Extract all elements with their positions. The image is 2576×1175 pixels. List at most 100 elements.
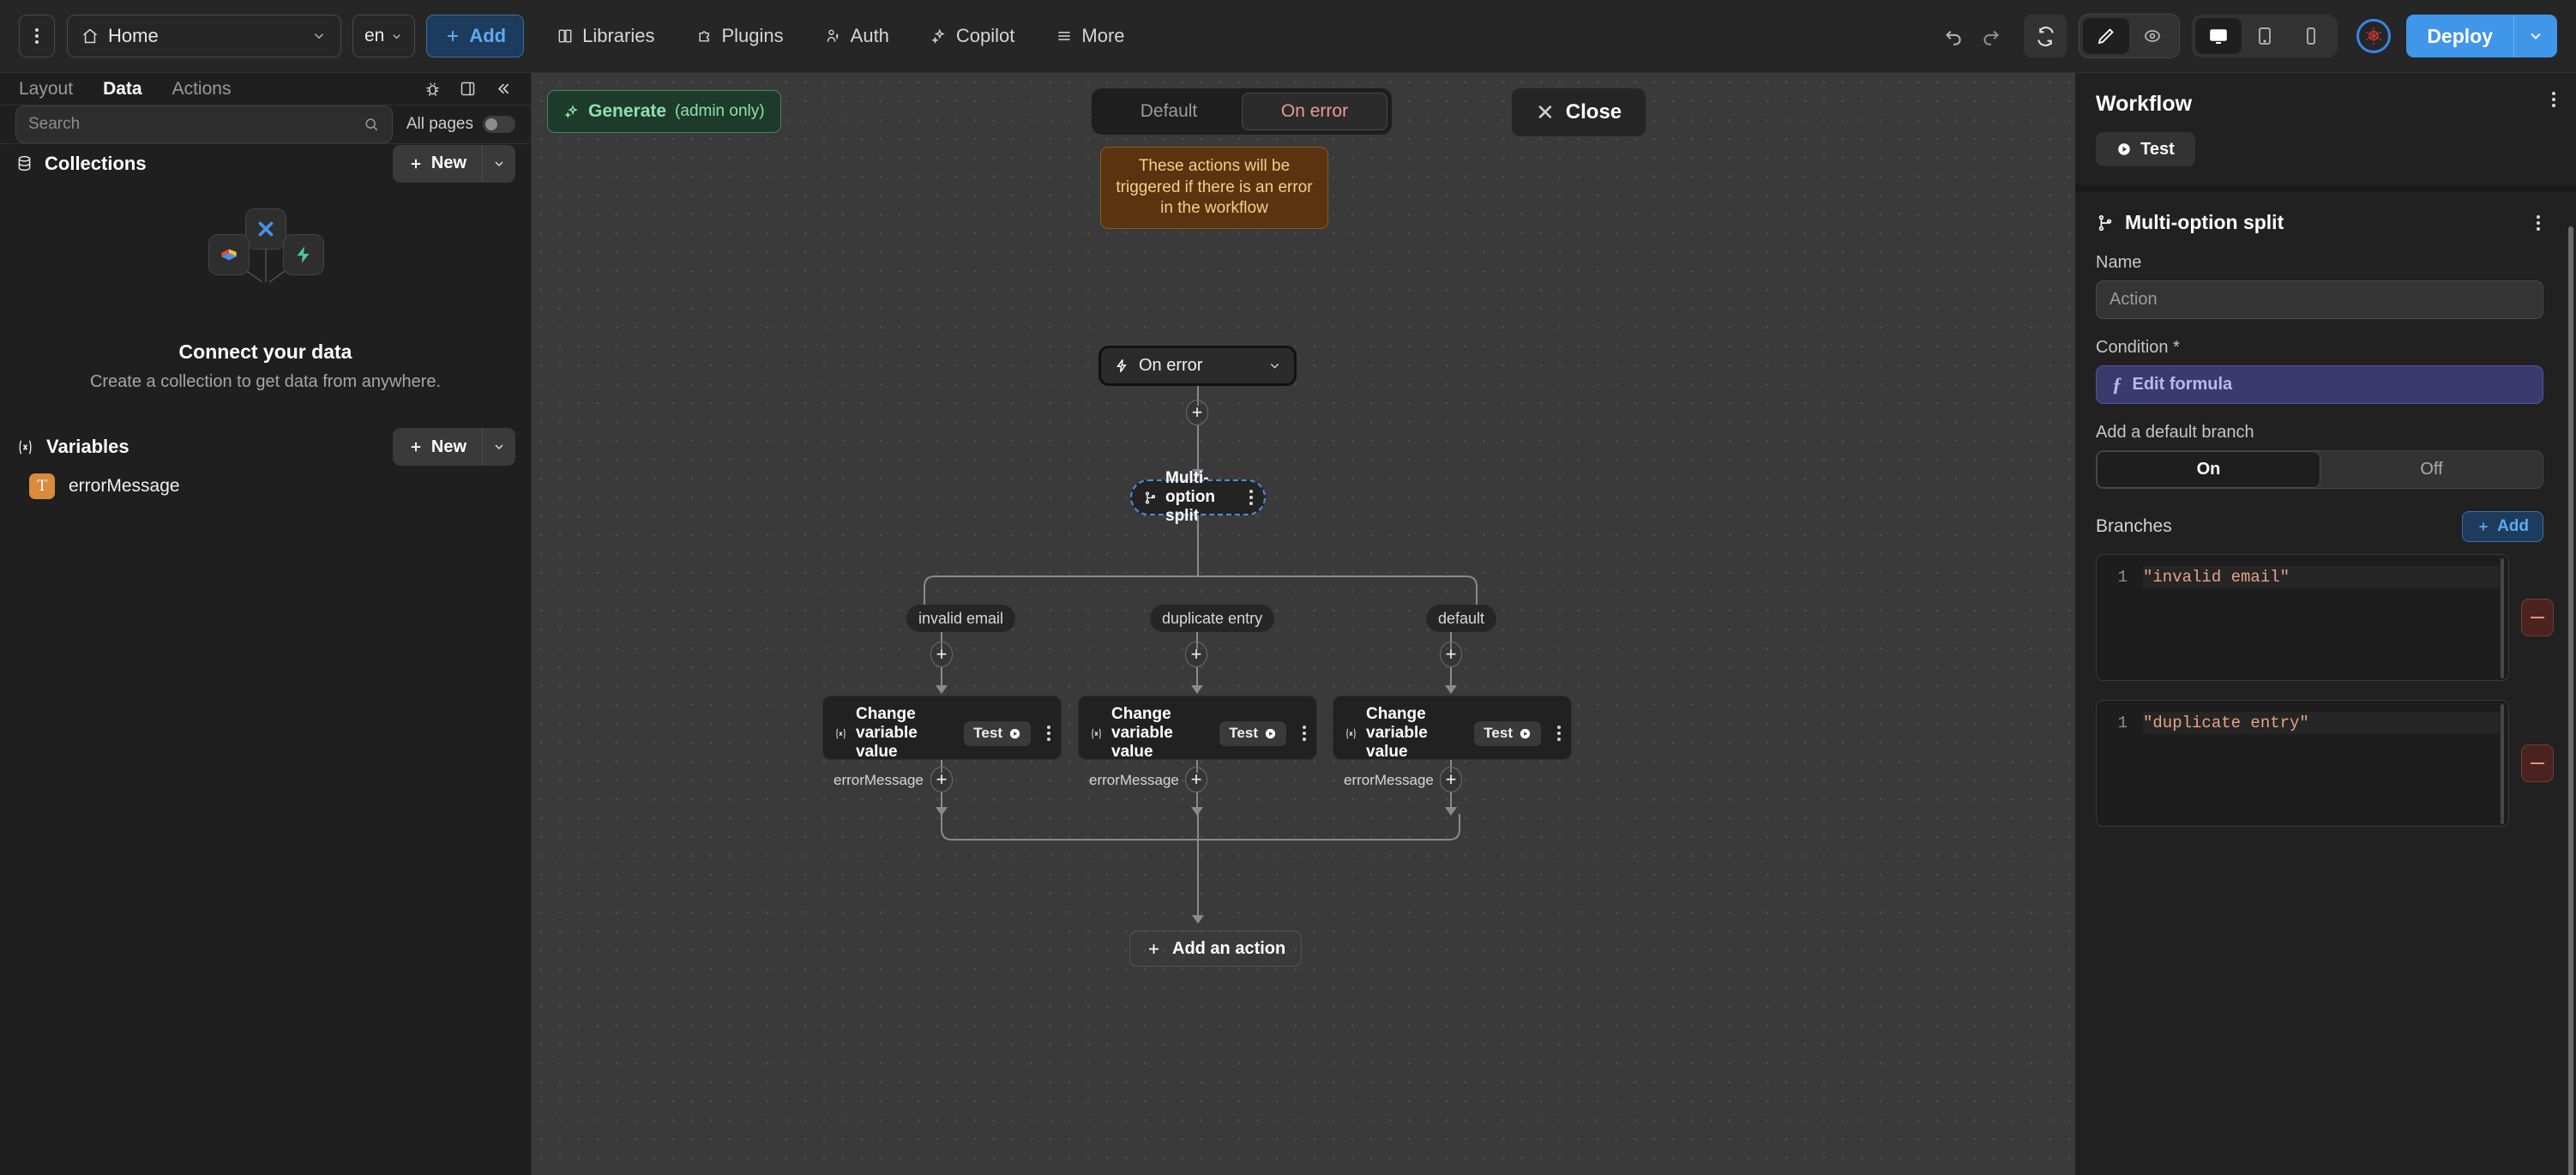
variable-list-item[interactable]: T errorMessage — [0, 467, 531, 506]
remove-branch-button-1[interactable] — [2521, 599, 2554, 636]
action-test-button[interactable]: Test — [964, 720, 1031, 746]
app-menu-button[interactable] — [19, 15, 55, 57]
code-editor-scrollbar[interactable] — [2501, 558, 2504, 678]
code-line-text[interactable]: "duplicate entry" — [2143, 712, 2501, 734]
name-input[interactable]: Action — [2096, 280, 2543, 319]
workflow-mode-tabs: Default On error — [1092, 88, 1392, 135]
trigger-node-on-error[interactable]: On error — [1098, 346, 1297, 386]
close-button[interactable]: ✕ Close — [1512, 88, 1646, 136]
new-variable-button[interactable]: New — [393, 428, 483, 467]
edit-mode-button[interactable] — [2083, 18, 2130, 54]
generate-label: Generate — [588, 101, 667, 121]
add-step-button-b1b[interactable]: + — [930, 767, 953, 792]
default-branch-on[interactable]: On — [2097, 451, 2320, 488]
variables-section-header: Variables New — [0, 428, 531, 467]
action-card-branch-3[interactable]: Change variable value Test errorMessage — [1333, 696, 1572, 788]
preview-mode-button[interactable] — [2129, 18, 2176, 54]
new-collection-options-button[interactable] — [483, 145, 515, 183]
page-selector[interactable]: Home — [67, 15, 341, 57]
add-step-button-1[interactable]: + — [1186, 400, 1208, 425]
brand-logo-button[interactable] — [2356, 19, 2392, 53]
collapse-left-icon[interactable] — [494, 80, 512, 98]
code-line-text[interactable]: "invalid email" — [2143, 566, 2501, 588]
remove-branch-button-2[interactable] — [2521, 744, 2554, 782]
add-step-button-b2b[interactable]: + — [1185, 767, 1207, 792]
add-branch-button[interactable]: Add — [2462, 511, 2543, 542]
nav-libraries[interactable]: Libraries — [548, 15, 663, 57]
sidebar-tab-icon-group — [424, 80, 512, 98]
device-mobile-button[interactable] — [2288, 18, 2334, 54]
new-variable-options-button[interactable] — [483, 428, 515, 466]
add-step-button-b3[interactable]: + — [1440, 642, 1462, 667]
deploy-button-group[interactable]: Deploy — [2406, 15, 2557, 57]
inspector-node-menu-icon[interactable] — [2537, 214, 2540, 231]
edit-formula-button[interactable]: ƒ Edit formula — [2096, 365, 2543, 404]
generate-button[interactable]: Generate (admin only) — [547, 90, 781, 133]
minus-icon — [2531, 762, 2544, 764]
bug-icon[interactable] — [424, 80, 442, 98]
action-card-header: Change variable value Test — [834, 705, 1050, 762]
book-icon — [557, 27, 574, 45]
undo-button[interactable] — [1935, 17, 1972, 55]
action-test-button[interactable]: Test — [1474, 720, 1541, 746]
split-node-menu-icon[interactable] — [1249, 490, 1253, 505]
code-editor-scrollbar[interactable] — [2501, 704, 2504, 824]
device-tablet-button[interactable] — [2242, 18, 2288, 54]
inspector-scrollbar[interactable] — [2568, 226, 2573, 1175]
add-button[interactable]: Add — [426, 15, 525, 57]
function-icon: ƒ — [2112, 373, 2122, 395]
workflow-menu-icon[interactable] — [2552, 92, 2555, 107]
action-card-menu-icon[interactable] — [1047, 726, 1050, 741]
nav-plugins[interactable]: Plugins — [688, 15, 792, 57]
add-step-button-b2[interactable]: + — [1185, 642, 1207, 667]
nav-copilot[interactable]: Copilot — [922, 15, 1023, 57]
branch-code-editor-1[interactable]: 1 "invalid email" — [2096, 554, 2509, 681]
chevron-down-icon[interactable] — [1267, 359, 1282, 373]
device-desktop-button[interactable] — [2195, 18, 2242, 54]
panel-icon[interactable] — [459, 80, 477, 98]
sidebar-tab-data[interactable]: Data — [103, 79, 142, 99]
nav-label: Copilot — [955, 25, 1015, 46]
all-pages-switch[interactable] — [483, 116, 515, 134]
action-card-branch-2[interactable]: Change variable value Test errorMessage — [1078, 696, 1317, 788]
nav-more[interactable]: More — [1047, 15, 1133, 57]
all-pages-toggle[interactable]: All pages — [406, 115, 515, 134]
redo-button[interactable] — [1972, 17, 2010, 55]
search-icon — [363, 116, 380, 133]
default-branch-off[interactable]: Off — [2320, 451, 2543, 488]
action-card-menu-icon[interactable] — [1557, 726, 1561, 741]
action-card-branch-1[interactable]: Change variable value Test errorMessage — [822, 696, 1062, 788]
empty-state-subtitle: Create a collection to get data from any… — [89, 372, 442, 392]
default-branch-toggle: On Off — [2096, 450, 2543, 489]
branch-pill-default[interactable]: default — [1426, 605, 1497, 632]
action-test-button[interactable]: Test — [1219, 720, 1286, 746]
workflow-test-button[interactable]: Test — [2096, 132, 2195, 166]
refresh-button[interactable] — [2024, 15, 2067, 57]
language-selector[interactable]: en — [352, 15, 416, 57]
sidebar-tab-layout[interactable]: Layout — [19, 79, 73, 99]
deploy-options-button[interactable] — [2514, 15, 2557, 57]
refresh-icon — [2035, 26, 2056, 47]
branch-pill-invalid-email[interactable]: invalid email — [906, 605, 1016, 632]
search-input[interactable] — [28, 115, 363, 135]
branch-pill-duplicate-entry[interactable]: duplicate entry — [1150, 605, 1275, 632]
deploy-button[interactable]: Deploy — [2406, 15, 2514, 57]
node-multi-option-split[interactable]: Multi-option split — [1130, 469, 1266, 525]
search-field-wrapper[interactable] — [15, 105, 393, 144]
cube-logo-icon — [2363, 26, 2384, 46]
kebab-menu-icon — [35, 28, 39, 44]
new-variable-button-group[interactable]: New — [392, 428, 515, 467]
nav-auth[interactable]: Auth — [816, 15, 898, 57]
sidebar-tab-actions[interactable]: Actions — [172, 79, 232, 99]
action-card-menu-icon[interactable] — [1303, 726, 1306, 741]
branch-code-editor-2[interactable]: 1 "duplicate entry" — [2096, 700, 2509, 827]
tab-on-error[interactable]: On error — [1242, 93, 1387, 130]
workflow-canvas[interactable]: Generate (admin only) Default On error T… — [532, 73, 2075, 1175]
add-step-button-b3b[interactable]: + — [1440, 767, 1462, 792]
new-collection-button-group[interactable]: New — [392, 144, 515, 183]
add-an-action-button[interactable]: Add an action — [1129, 931, 1303, 967]
add-step-button-b1[interactable]: + — [930, 642, 953, 667]
branches-header: Branches Add — [2096, 511, 2543, 542]
new-collection-button[interactable]: New — [393, 144, 483, 183]
tab-default[interactable]: Default — [1096, 93, 1242, 130]
